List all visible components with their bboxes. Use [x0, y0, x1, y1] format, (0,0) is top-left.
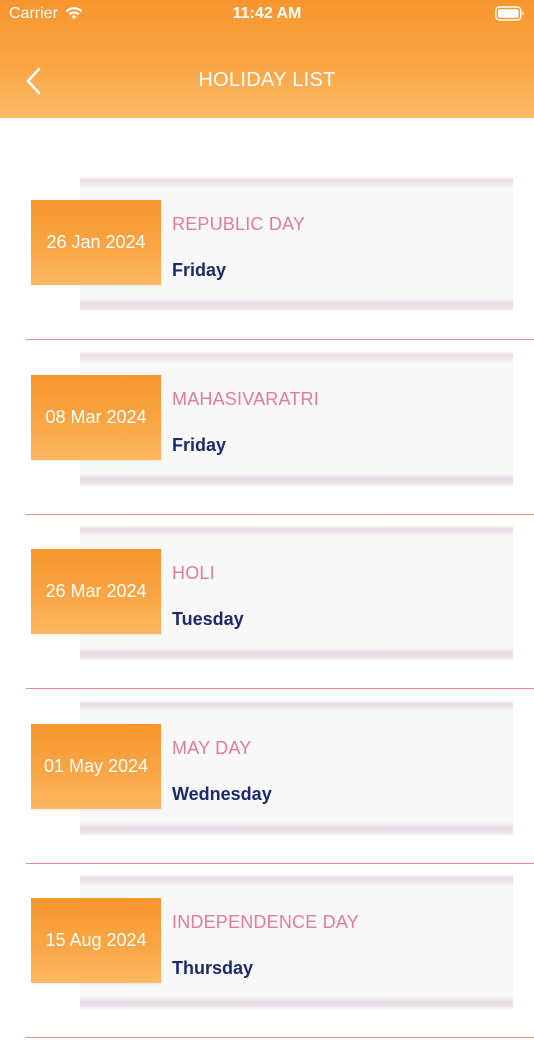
- holiday-row[interactable]: 26 Jan 2024 REPUBLIC DAY Friday: [0, 176, 534, 351]
- holiday-name: MAHASIVARATRI: [172, 388, 319, 409]
- status-bar: Carrier 11:42 AM: [0, 0, 534, 30]
- row-divider: [26, 1037, 534, 1039]
- battery-icon: [495, 6, 524, 21]
- holiday-date-badge: 26 Jan 2024: [31, 200, 161, 285]
- row-divider: [26, 339, 534, 340]
- holiday-weekday: Friday: [172, 260, 227, 280]
- holiday-date-badge: 15 Aug 2024: [31, 898, 161, 984]
- holiday-date-badge: 08 Mar 2024: [31, 374, 161, 460]
- holiday-date-badge: 26 Mar 2024: [31, 549, 161, 635]
- holiday-name: INDEPENDENCE DAY: [172, 912, 359, 933]
- row-divider: [26, 688, 534, 690]
- holiday-name: MAY DAY: [172, 737, 252, 758]
- holiday-row[interactable]: 08 Mar 2024 MAHASIVARATRI Friday: [0, 350, 534, 526]
- card-shadow-top: [80, 874, 513, 887]
- holiday-row[interactable]: 01 May 2024 MAY DAY Wednesday: [0, 699, 534, 875]
- holiday-weekday: Wednesday: [172, 783, 272, 804]
- card-shadow-top: [80, 699, 513, 712]
- card-shadow-bottom: [80, 298, 513, 312]
- holiday-weekday: Tuesday: [172, 609, 244, 630]
- holiday-row[interactable]: 26 Mar 2024 HOLI Tuesday: [0, 525, 534, 700]
- card-shadow-top: [80, 176, 513, 188]
- card-shadow-bottom: [80, 996, 513, 1011]
- card-shadow-bottom: [80, 821, 513, 836]
- card-shadow-bottom: [80, 472, 513, 487]
- navigation-header: Carrier 11:42 AM HOLIDAY LIST: [0, 0, 534, 118]
- card-shadow-top: [80, 525, 513, 538]
- holiday-weekday: Thursday: [172, 958, 254, 979]
- holiday-date-badge: 01 May 2024: [31, 723, 161, 809]
- card-shadow-bottom: [80, 647, 513, 662]
- row-divider: [26, 862, 534, 864]
- clock: 11:42 AM: [232, 5, 302, 22]
- card-shadow-top: [80, 350, 513, 363]
- holiday-row[interactable]: 15 Aug 2024 INDEPENDENCE DAY Thursday: [0, 874, 534, 1049]
- page-title: HOLIDAY LIST: [198, 69, 336, 91]
- holiday-name: REPUBLIC DAY: [172, 214, 306, 234]
- holiday-list[interactable]: 26 Jan 2024 REPUBLIC DAY Friday 08 Mar 2…: [0, 176, 534, 1049]
- row-divider: [26, 513, 534, 515]
- holiday-weekday: Friday: [172, 434, 227, 455]
- holiday-name: HOLI: [172, 563, 215, 584]
